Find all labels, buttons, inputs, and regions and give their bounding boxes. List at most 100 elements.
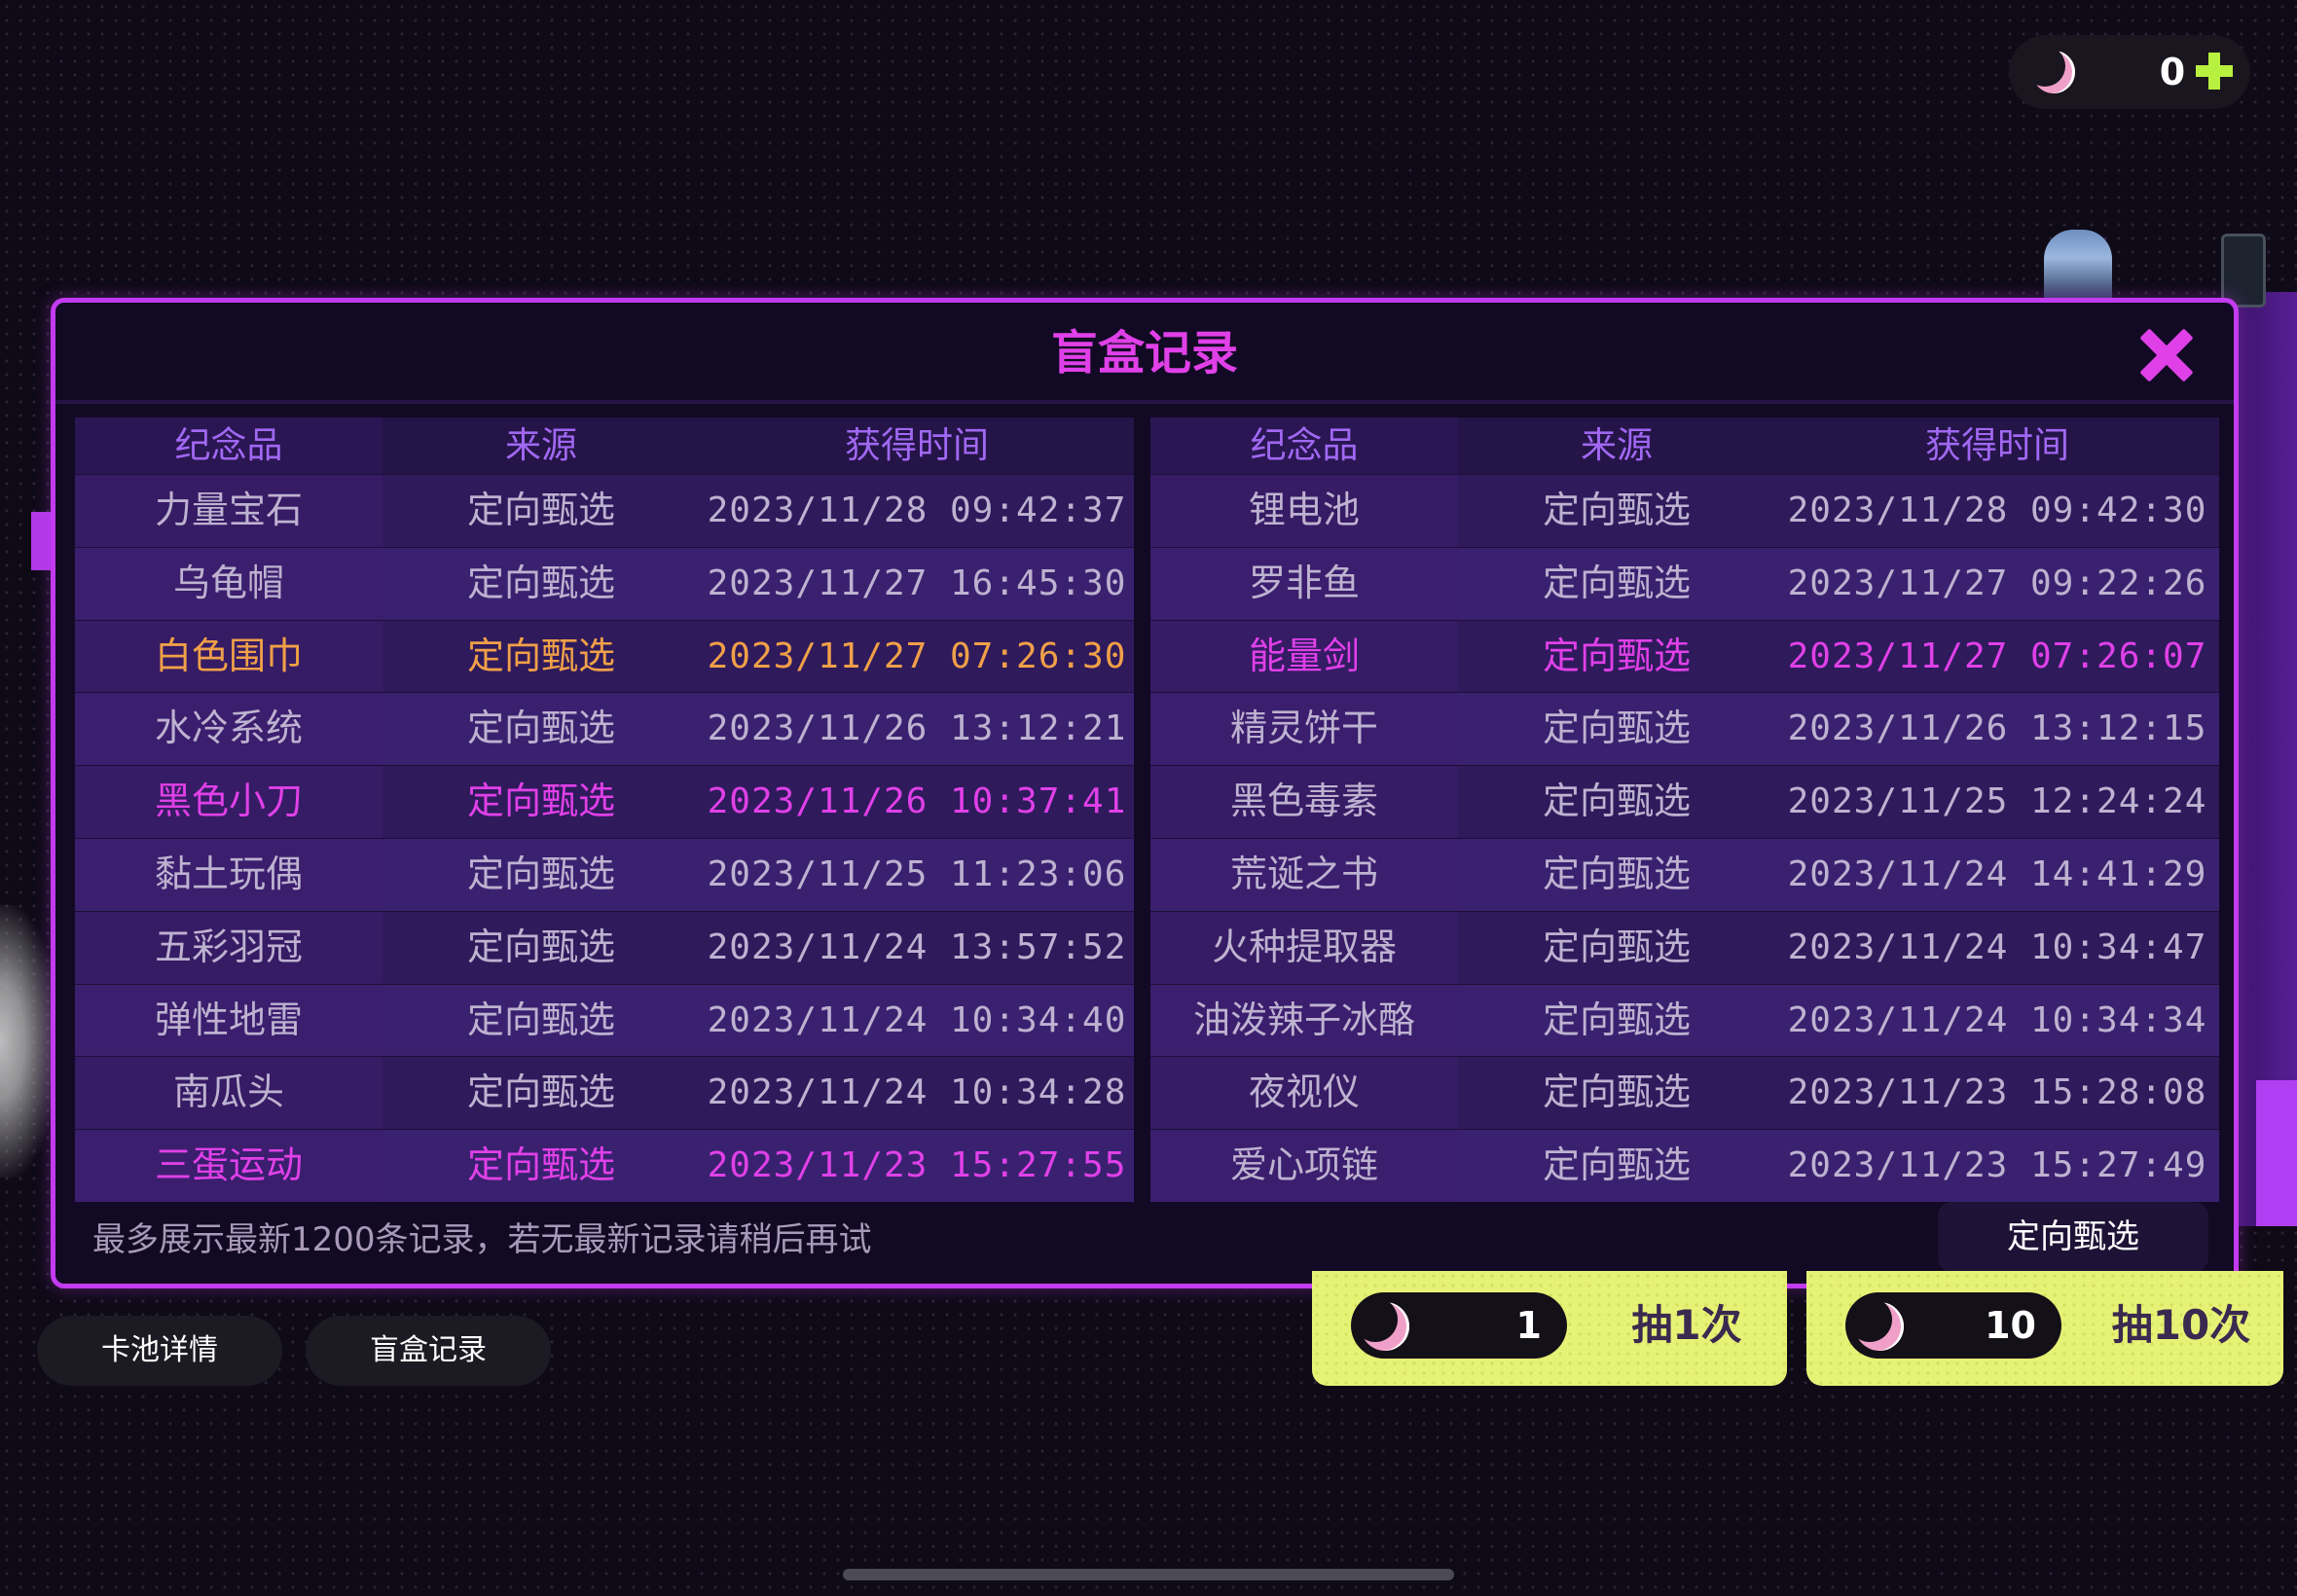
table-row: 黏土玩偶 定向甄选 2023/11/25 11:23:06 [75,837,1134,911]
record-source: 定向甄选 [466,1070,615,1114]
record-source: 定向甄选 [466,780,615,823]
table-row: 夜视仪 定向甄选 2023/11/23 15:28:08 [1150,1056,2219,1130]
record-item-name: 乌龟帽 [75,547,383,620]
draw-cost-amount: 1 [1515,1304,1542,1347]
record-time: 2023/11/28 09:42:30 [1787,490,2207,530]
record-time: 2023/11/24 14:41:29 [1787,853,2207,894]
record-limit-note: 最多展示最新1200条记录，若无最新记录请稍后再试 [92,1220,872,1259]
record-time: 2023/11/25 12:24:24 [1787,781,2207,822]
currency-amount: 0 [2159,51,2186,93]
table-header-row: 纪念品 来源 获得时间 [1150,417,2219,474]
box-record-button[interactable]: 盲盒记录 [306,1316,551,1386]
record-source: 定向甄选 [466,852,615,895]
table-row: 火种提取器 定向甄选 2023/11/24 10:34:47 [1150,910,2219,984]
record-source: 定向甄选 [466,489,615,531]
record-source: 定向甄选 [1542,561,1691,604]
table-row: 白色围巾 定向甄选 2023/11/27 07:26:30 [75,619,1134,693]
record-time: 2023/11/26 10:37:41 [707,781,1127,822]
moon-coin-icon [2024,46,2075,93]
record-item-name: 精灵饼干 [1150,693,1458,766]
modal-title: 盲盒记录 [1050,326,1238,381]
pool-detail-button[interactable]: 卡池详情 [37,1316,282,1386]
table-row: 爱心项链 定向甄选 2023/11/23 15:27:49 [1150,1129,2219,1202]
column-header-source: 来源 [1581,424,1653,466]
moon-coin-icon [1847,1297,1904,1351]
record-time: 2023/11/23 15:27:55 [707,1145,1127,1186]
table-row: 五彩羽冠 定向甄选 2023/11/24 13:57:52 [75,910,1134,984]
home-indicator[interactable] [843,1569,1454,1580]
record-item-name: 南瓜头 [75,1057,383,1130]
record-item-name: 油泼辣子冰酪 [1150,984,1458,1057]
character-sprite [2044,230,2112,300]
record-item-name: 锂电池 [1150,475,1458,547]
record-item-name: 白色围巾 [75,620,383,693]
record-time: 2023/11/26 13:12:21 [707,708,1127,749]
record-time: 2023/11/23 15:28:08 [1787,1072,2207,1113]
modal-header: 盲盒记录 [55,303,2234,404]
record-source: 定向甄选 [1542,1070,1691,1114]
record-item-name: 力量宝石 [75,475,383,547]
record-source: 定向甄选 [466,561,615,604]
record-source: 定向甄选 [466,1143,615,1187]
table-body[interactable]: 力量宝石 定向甄选 2023/11/28 09:42:37 乌龟帽 定向甄选 2023/1… [75,474,1134,1202]
draw-cost-pill: 1 [1351,1292,1567,1359]
draw-ten-button[interactable]: 10 抽10次 [1806,1271,2283,1386]
record-time: 2023/11/27 07:26:30 [707,635,1127,676]
record-source: 定向甄选 [1542,998,1691,1041]
record-item-name: 夜视仪 [1150,1057,1458,1130]
record-source: 定向甄选 [1542,852,1691,895]
column-header-time: 获得时间 [1925,424,2069,466]
record-time: 2023/11/27 07:26:07 [1787,635,2207,676]
record-time: 2023/11/24 10:34:47 [1787,926,2207,967]
draw-cost-amount: 10 [1985,1304,2036,1347]
table-row: 锂电池 定向甄选 2023/11/28 09:42:30 [1150,474,2219,547]
record-source: 定向甄选 [1542,707,1691,750]
source-filter-button[interactable]: 定向甄选 [1938,1202,2208,1272]
record-time: 2023/11/24 10:34:28 [707,1072,1127,1113]
table-row: 乌龟帽 定向甄选 2023/11/27 16:45:30 [75,546,1134,620]
table-row: 黑色毒素 定向甄选 2023/11/25 12:24:24 [1150,765,2219,838]
record-item-name: 三蛋运动 [75,1130,383,1202]
table-body[interactable]: 锂电池 定向甄选 2023/11/28 09:42:30 罗非鱼 定向甄选 2023/11… [1150,474,2219,1202]
close-icon[interactable] [2136,326,2195,384]
table-row: 荒诞之书 定向甄选 2023/11/24 14:41:29 [1150,837,2219,911]
currency-badge: 0 [2009,35,2250,109]
record-source: 定向甄选 [1542,1143,1691,1187]
record-time: 2023/11/26 13:12:15 [1787,708,2207,749]
record-time: 2023/11/23 15:27:49 [1787,1145,2207,1186]
table-row: 黑色小刀 定向甄选 2023/11/26 10:37:41 [75,765,1134,838]
column-header-source: 来源 [505,424,577,466]
table-row: 南瓜头 定向甄选 2023/11/24 10:34:28 [75,1056,1134,1130]
draw-cost-pill: 10 [1845,1292,2061,1359]
record-source: 定向甄选 [1542,925,1691,968]
record-time: 2023/11/24 10:34:34 [1787,999,2207,1040]
record-item-name: 火种提取器 [1150,911,1458,984]
draw-once-label: 抽1次 [1631,1301,1742,1349]
record-source: 定向甄选 [1542,780,1691,823]
record-source: 定向甄选 [466,634,615,677]
table-row: 能量剑 定向甄选 2023/11/27 07:26:07 [1150,619,2219,693]
blind-box-record-modal: 盲盒记录 纪念品 来源 获得时间 力量宝石 定向甄选 2023/11/28 09:4… [51,298,2239,1288]
background-blur-left [0,905,58,1178]
record-source: 定向甄选 [466,998,615,1041]
record-time: 2023/11/24 13:57:52 [707,926,1127,967]
table-row: 三蛋运动 定向甄选 2023/11/23 15:27:55 [75,1129,1134,1202]
table-row: 油泼辣子冰酪 定向甄选 2023/11/24 10:34:34 [1150,983,2219,1057]
record-time: 2023/11/25 11:23:06 [707,853,1127,894]
record-item-name: 荒诞之书 [1150,838,1458,911]
table-header-row: 纪念品 来源 获得时间 [75,417,1134,474]
record-item-name: 罗非鱼 [1150,547,1458,620]
table-row: 精灵饼干 定向甄选 2023/11/26 13:12:15 [1150,692,2219,766]
record-time: 2023/11/24 10:34:40 [707,999,1127,1040]
table-row: 罗非鱼 定向甄选 2023/11/27 09:22:26 [1150,546,2219,620]
table-row: 力量宝石 定向甄选 2023/11/28 09:42:37 [75,474,1134,547]
column-header-time: 获得时间 [845,424,989,466]
record-source: 定向甄选 [1542,489,1691,531]
draw-once-button[interactable]: 1 抽1次 [1312,1271,1787,1386]
record-item-name: 弹性地雷 [75,984,383,1057]
background-pillar [2221,234,2266,308]
record-time: 2023/11/28 09:42:37 [707,490,1127,530]
plus-icon[interactable] [2194,51,2235,91]
record-time: 2023/11/27 16:45:30 [707,562,1127,603]
record-item-name: 黑色小刀 [75,766,383,838]
